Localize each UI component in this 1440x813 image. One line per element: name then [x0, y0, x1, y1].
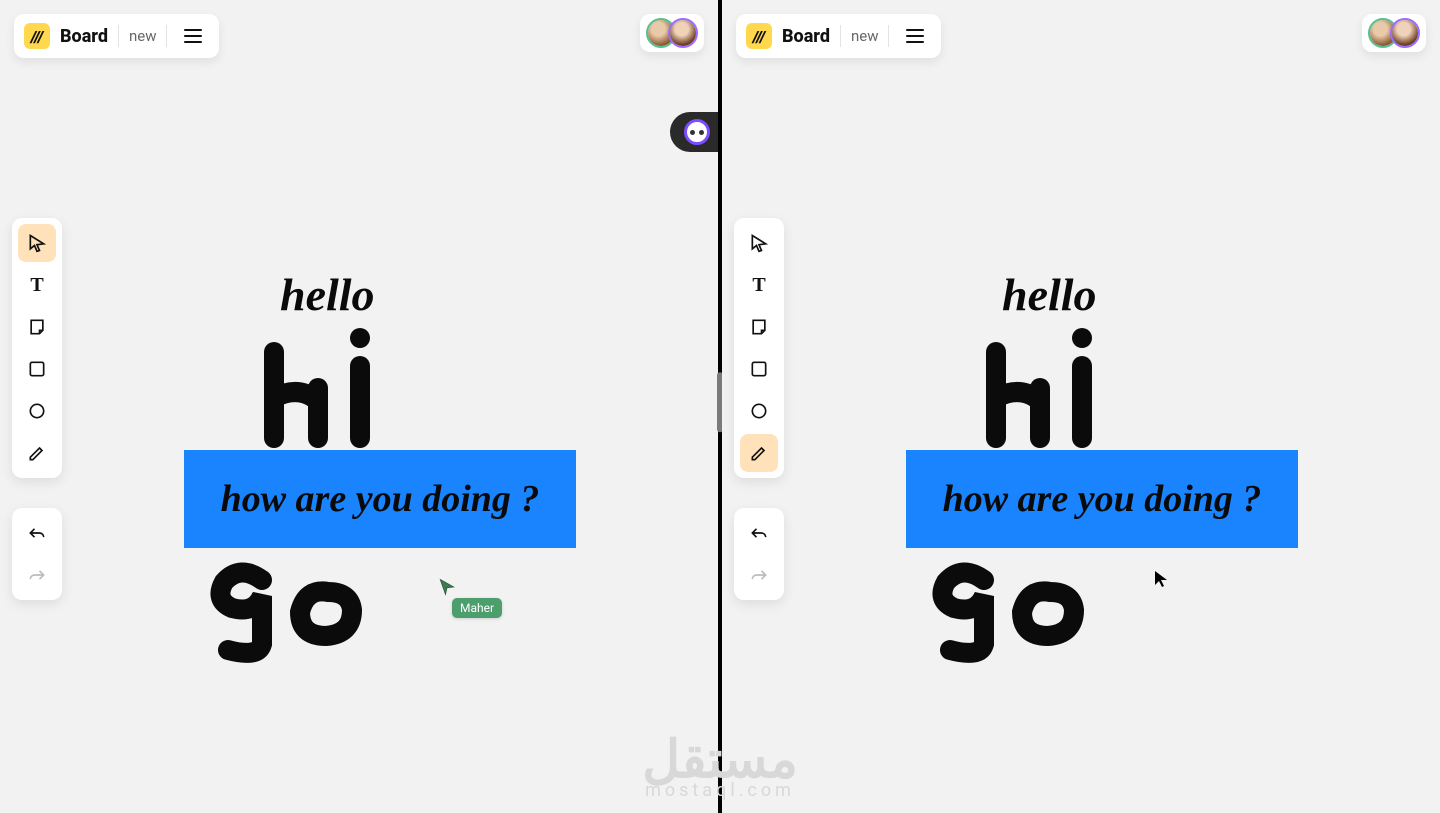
- local-cursor-icon: [1154, 570, 1168, 593]
- canvas-drawing-hi[interactable]: [978, 324, 1118, 454]
- canvas[interactable]: hello how are you doing ?: [722, 0, 1440, 813]
- canvas-text-box[interactable]: how are you doing ?: [906, 450, 1298, 548]
- remote-cursor-label: Maher: [452, 598, 502, 618]
- left-pane: /// Board new T: [0, 0, 718, 813]
- canvas-text-box-content: how are you doing ?: [221, 477, 540, 521]
- canvas-text-hello[interactable]: hello: [280, 268, 375, 321]
- canvas-drawing-hi[interactable]: [256, 324, 396, 454]
- canvas-text-box[interactable]: how are you doing ?: [184, 450, 576, 548]
- canvas-drawing-go[interactable]: [200, 548, 400, 668]
- canvas-text-box-content: how are you doing ?: [943, 477, 1262, 521]
- canvas[interactable]: hello how are you doing ?: [0, 0, 718, 813]
- canvas-drawing-go[interactable]: [922, 548, 1122, 668]
- remote-cursor-icon: [438, 578, 456, 596]
- canvas-text-hello[interactable]: hello: [1002, 268, 1097, 321]
- right-pane: /// Board new T: [722, 0, 1440, 813]
- remote-cursor: Maher: [438, 578, 502, 618]
